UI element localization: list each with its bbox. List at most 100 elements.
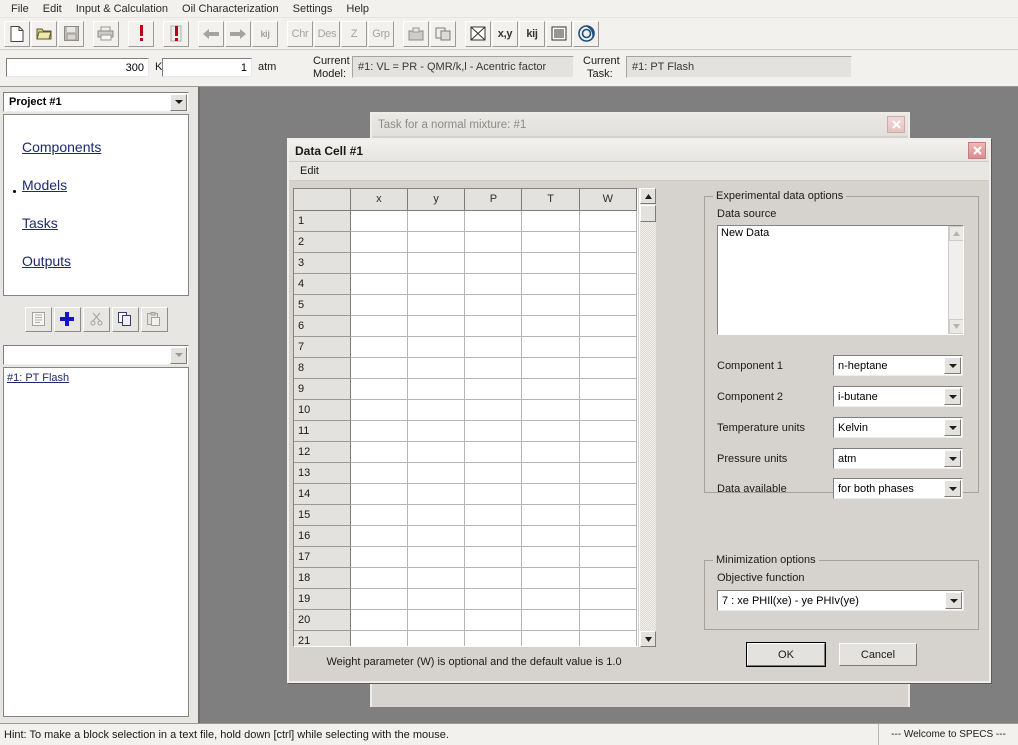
chevron-down-icon[interactable] [944, 450, 961, 467]
temperature-input[interactable]: 300 [6, 58, 149, 77]
new-file-icon[interactable] [4, 20, 30, 47]
grid-cell[interactable] [579, 483, 637, 505]
menu-item-input-calculation[interactable]: Input & Calculation [69, 1, 175, 17]
grid-cell[interactable] [407, 588, 466, 610]
back-arrow-icon[interactable] [198, 20, 224, 47]
grid-cell[interactable] [521, 504, 580, 526]
grid-cell[interactable] [464, 588, 523, 610]
plot-icon[interactable] [465, 20, 491, 47]
grid-cell[interactable] [350, 567, 408, 589]
menu-item-edit[interactable]: Edit [36, 1, 69, 17]
save-disk-icon[interactable] [58, 20, 84, 47]
project-selector[interactable]: Project #1 [3, 92, 189, 112]
grid-cell[interactable] [521, 609, 580, 631]
grid-cell[interactable] [464, 504, 523, 526]
menu-item-file[interactable]: File [4, 1, 36, 17]
scrollbar-track[interactable] [640, 222, 656, 631]
grid-cell[interactable] [407, 294, 466, 316]
scroll-up-icon[interactable] [640, 188, 656, 204]
row-header[interactable]: 3 [294, 252, 351, 274]
grid-cell[interactable] [407, 399, 466, 421]
edit-list-icon[interactable] [24, 306, 52, 332]
table-row[interactable]: 15 [294, 504, 637, 526]
grid-cell[interactable] [579, 525, 637, 547]
grid-cell[interactable] [407, 441, 466, 463]
objective-function-dropdown[interactable]: 7 : xe PHIl(xe) - ye PHIv(ye) [717, 590, 964, 611]
grid-cell[interactable] [350, 252, 408, 274]
grid-cell[interactable] [521, 294, 580, 316]
scrollbar-thumb[interactable] [640, 205, 656, 222]
grid-cell[interactable] [521, 273, 580, 295]
grid-cell[interactable] [350, 588, 408, 610]
grid-cell[interactable] [407, 357, 466, 379]
grid-cell[interactable] [579, 567, 637, 589]
row-header[interactable]: 7 [294, 336, 351, 358]
row-header[interactable]: 1 [294, 210, 351, 232]
grid-cell[interactable] [464, 525, 523, 547]
grid-cell[interactable] [579, 546, 637, 568]
scroll-down-icon[interactable] [640, 631, 656, 647]
task-filter-combo[interactable] [3, 345, 189, 365]
row-header[interactable]: 2 [294, 231, 351, 253]
chevron-down-icon[interactable] [944, 480, 961, 497]
row-header[interactable]: 6 [294, 315, 351, 337]
grid-cell[interactable] [407, 462, 466, 484]
row-header[interactable]: 9 [294, 378, 351, 400]
grid-cell[interactable] [579, 399, 637, 421]
menu-item-oil-characterization[interactable]: Oil Characterization [175, 1, 286, 17]
grp-button[interactable]: Grp [368, 20, 394, 47]
table-row[interactable]: 3 [294, 252, 637, 274]
grid-cell[interactable] [407, 420, 466, 442]
copy-icon[interactable] [111, 306, 139, 332]
grid-cell[interactable] [407, 378, 466, 400]
kij-plot-button[interactable]: kij [519, 20, 545, 47]
row-header[interactable]: 17 [294, 546, 351, 568]
grid-cell[interactable] [464, 630, 523, 646]
grid-cell[interactable] [350, 357, 408, 379]
table-row[interactable]: 9 [294, 378, 637, 400]
grid-cell[interactable] [464, 420, 523, 442]
data-available-dropdown[interactable]: for both phases [833, 478, 963, 499]
grid-cell[interactable] [464, 546, 523, 568]
chevron-down-icon[interactable] [170, 346, 187, 364]
cancel-button[interactable]: Cancel [839, 643, 917, 666]
print-icon[interactable] [93, 20, 119, 47]
row-header[interactable]: 14 [294, 483, 351, 505]
grid-cell[interactable] [521, 231, 580, 253]
matrix-plot-icon[interactable] [546, 20, 572, 47]
grid-cell[interactable] [350, 546, 408, 568]
grid-cell[interactable] [464, 294, 523, 316]
row-header[interactable]: 15 [294, 504, 351, 526]
grid-cell[interactable] [521, 210, 580, 232]
component-2-dropdown[interactable]: i-butane [833, 386, 963, 407]
column-header-p[interactable]: P [464, 189, 523, 211]
data-cell-close-icon[interactable] [968, 142, 986, 159]
grid-cell[interactable] [464, 210, 523, 232]
grid-cell[interactable] [521, 336, 580, 358]
grid-cell[interactable] [579, 210, 637, 232]
grid-cell[interactable] [350, 315, 408, 337]
grid-cell[interactable] [350, 378, 408, 400]
grid-cell[interactable] [464, 273, 523, 295]
grid-cell[interactable] [464, 567, 523, 589]
run-calc-icon[interactable] [128, 20, 154, 47]
grid-cell[interactable] [579, 504, 637, 526]
grid-cell[interactable] [579, 273, 637, 295]
grid-cell[interactable] [579, 462, 637, 484]
table-row[interactable]: 8 [294, 357, 637, 379]
column-header-y[interactable]: y [407, 189, 466, 211]
row-header[interactable]: 11 [294, 420, 351, 442]
grid-cell[interactable] [521, 441, 580, 463]
grid-cell[interactable] [350, 630, 408, 646]
table-row[interactable]: 18 [294, 567, 637, 589]
about-icon[interactable] [573, 20, 599, 47]
grid-cell[interactable] [464, 315, 523, 337]
table-row[interactable]: 6 [294, 315, 637, 337]
table-row[interactable]: 12 [294, 441, 637, 463]
pressure-input[interactable]: 1 [162, 58, 252, 77]
grid-cell[interactable] [521, 630, 580, 646]
data-source-scroll-up-icon[interactable] [949, 226, 963, 241]
kij-matrix-icon[interactable]: kij [252, 20, 278, 47]
grid-cell[interactable] [407, 273, 466, 295]
grid-cell[interactable] [407, 231, 466, 253]
